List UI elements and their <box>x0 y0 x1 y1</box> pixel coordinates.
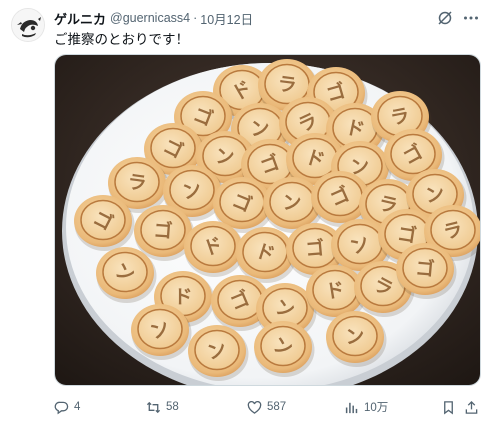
cookie-label: ン <box>282 192 301 214</box>
action-bar: 4 58 587 10万 <box>54 398 484 416</box>
views-count: 10万 <box>364 402 389 414</box>
bookmark-icon <box>444 400 453 414</box>
share-icon <box>465 400 478 414</box>
views-button[interactable]: 10万 <box>344 398 388 416</box>
like-count: 587 <box>267 401 287 413</box>
tweet-date[interactable]: 10月12日 <box>200 9 253 28</box>
author-name[interactable]: ゲルニカ <box>54 9 106 28</box>
tweet-header: ゲルニカ @guernicass4 · 10月12日 <box>54 9 448 28</box>
cookie-label: ン <box>424 183 447 208</box>
cookie-label: ラ <box>276 73 298 97</box>
share-button[interactable] <box>464 398 479 416</box>
tweet: ゲルニカ @guernicass4 · 10月12日 ご推察のとおりです！ ド … <box>0 0 488 421</box>
cookie-label: ド <box>173 286 192 308</box>
tweet-text: ご推察のとおりです！ <box>54 32 189 48</box>
cookie-label: ゴ <box>153 218 174 242</box>
cookie-label: ン <box>250 118 270 141</box>
reply-button[interactable]: 4 <box>54 398 80 416</box>
avatar[interactable] <box>11 8 45 42</box>
tweet-photo[interactable]: ドラゴゴンラドラゴンゴドンゴランゴンゴランゴゴドドゴンゴランドゴンドラゴンンンン <box>54 54 481 386</box>
retweet-count: 58 <box>166 401 179 413</box>
more-options-icon[interactable] <box>462 9 480 27</box>
reply-count: 4 <box>74 401 81 413</box>
views-chart-icon <box>345 402 358 413</box>
separator-dot: · <box>193 11 198 25</box>
cookie-label: ゴ <box>415 256 436 281</box>
cookie-label: ゴ <box>304 236 325 261</box>
cookie-label: ン <box>345 325 366 348</box>
cookie-label: ン <box>215 146 235 169</box>
cookie-label: ド <box>324 279 346 304</box>
reply-icon <box>54 401 69 414</box>
cookie-label: ラ <box>126 171 148 195</box>
bookmark-button[interactable] <box>441 398 456 416</box>
like-button[interactable]: 587 <box>247 398 286 416</box>
author-handle[interactable]: @guernicass4 <box>110 11 190 25</box>
grok-icon[interactable] <box>436 9 454 27</box>
retweet-button[interactable]: 58 <box>146 398 179 416</box>
retweet-icon <box>146 401 161 413</box>
cookie-label: ゴ <box>396 222 418 248</box>
heart-icon <box>247 400 262 414</box>
